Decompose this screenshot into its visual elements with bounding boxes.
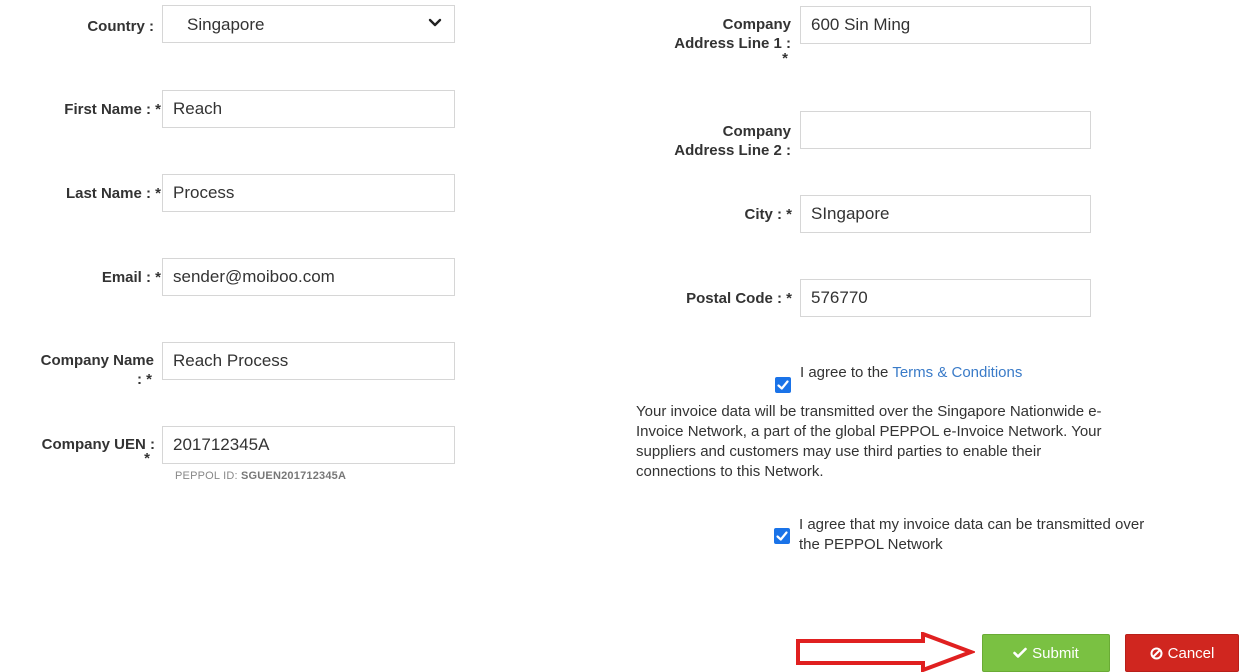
terms-conditions-link[interactable]: Terms & Conditions: [892, 364, 1022, 381]
country-select-value: Singapore: [187, 15, 265, 34]
email-label: Email : *: [101, 269, 161, 286]
company-uen-label-line2: *: [144, 450, 150, 467]
city-label: City : *: [744, 206, 792, 223]
address1-label-line1: Company: [722, 16, 791, 33]
cancel-button-label: Cancel: [1167, 644, 1215, 662]
terms-agree-prefix: I agree to the: [800, 364, 889, 381]
peppol-id-value: SGUEN201712345A: [241, 470, 347, 482]
peppol-agree-text: I agree that my invoice data can be tran…: [799, 515, 1239, 555]
city-field[interactable]: [800, 195, 1091, 233]
company-uen-label: Company UEN : *: [0, 435, 155, 467]
address2-label-line1: Company: [722, 123, 791, 140]
peppol-agree-line-2: the PEPPOL Network: [799, 536, 943, 553]
terms-checkbox[interactable]: [775, 377, 791, 393]
checkmark-icon: [777, 380, 789, 390]
checkmark-icon: [776, 531, 788, 541]
last-name-field[interactable]: [162, 174, 455, 212]
submit-button[interactable]: Submit: [982, 634, 1110, 672]
peppol-agree-checkbox[interactable]: [774, 528, 790, 544]
peppol-agree-line-1: I agree that my invoice data can be tran…: [799, 516, 1145, 533]
address2-label-line2: Address Line 2 :: [674, 142, 791, 159]
postal-code-label: Postal Code : *: [686, 290, 792, 307]
peppol-notice: Your invoice data will be transmitted ov…: [636, 402, 1236, 482]
first-name-label: First Name : *: [64, 101, 161, 118]
company-uen-field[interactable]: [162, 426, 455, 464]
company-uen-label-line1: Company UEN :: [41, 436, 155, 453]
cancel-button[interactable]: Cancel: [1125, 634, 1239, 672]
terms-agree-text: I agree to the Terms & Conditions: [800, 363, 1022, 383]
company-name-label: Company Name : *: [0, 351, 154, 389]
address1-label-line2: Address Line 1 :: [674, 35, 791, 52]
arrow-right-icon: [796, 632, 975, 672]
chevron-down-icon: [428, 18, 442, 27]
address1-field[interactable]: [800, 6, 1091, 44]
postal-code-field[interactable]: [800, 279, 1091, 317]
address1-label-line3: *: [782, 50, 788, 67]
first-name-field[interactable]: [162, 90, 455, 128]
notice-line-2: Invoice Network, a part of the global PE…: [636, 423, 1102, 440]
country-label: Country :: [87, 18, 154, 35]
submit-button-label: Submit: [1032, 644, 1079, 662]
last-name-label: Last Name : *: [65, 185, 161, 202]
notice-line-1: Your invoice data will be transmitted ov…: [636, 403, 1102, 420]
peppol-id-prefix: PEPPOL ID:: [175, 470, 238, 482]
check-icon: [1013, 647, 1027, 658]
company-name-label-line2: : *: [137, 371, 152, 388]
notice-line-4: connections to this Network.: [636, 463, 824, 480]
company-name-label-line1: Company Name: [40, 352, 154, 369]
email-field[interactable]: [162, 258, 455, 296]
address2-label: Company Address Line 2 :: [600, 122, 791, 160]
address2-field[interactable]: [800, 111, 1091, 149]
country-select[interactable]: Singapore: [162, 5, 455, 43]
notice-line-3: suppliers and customers may use third pa…: [636, 443, 1042, 460]
peppol-id-text: PEPPOL ID: SGUEN201712345A: [175, 470, 346, 482]
company-name-field[interactable]: [162, 342, 455, 380]
ban-icon: [1150, 647, 1163, 659]
address1-label: Company Address Line 1 : *: [600, 15, 791, 67]
